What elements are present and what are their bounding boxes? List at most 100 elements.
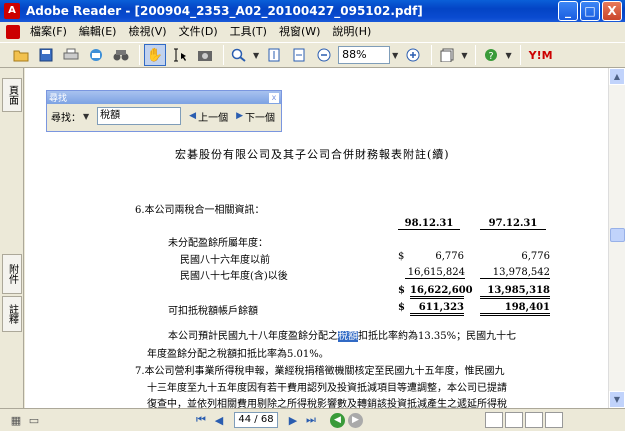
cell-value: 6,776 <box>435 251 464 262</box>
menu-tools[interactable]: 工具(T) <box>224 22 273 42</box>
open-icon[interactable] <box>10 44 32 66</box>
find-toolbar: 尋找 x 尋找： ▼ 稅額 ◀ 上一個 ▶ 下一個 <box>46 90 282 132</box>
tab-comments-label: 註釋 <box>6 304 18 324</box>
zoom-in-icon[interactable] <box>402 44 424 66</box>
paragraph-text: 扣抵比率約為13.35%；民國九十七 <box>358 331 517 342</box>
zoom-out-icon[interactable] <box>313 44 335 66</box>
menu-bar: 檔案(F) 編輯(E) 檢視(V) 文件(D) 工具(T) 視窗(W) 說明(H… <box>0 22 625 42</box>
pages-dropdown-icon[interactable]: ▼ <box>461 51 467 60</box>
single-page-view-icon[interactable] <box>485 412 503 428</box>
row-label: 可扣抵稅額帳戶餘額 <box>168 306 258 317</box>
paragraph-line: 年度盈餘分配之稅額扣抵比率為5.01%。 <box>147 349 329 360</box>
paragraph-text: 本公司預計民國九十八年度盈餘分配之 <box>168 331 338 342</box>
menu-document[interactable]: 文件(D) <box>173 22 224 42</box>
find-close-button[interactable]: x <box>269 92 279 103</box>
toolbar: ✋ ▼ 88% ▼ ▼ ? ▼ Y!M <box>0 42 625 68</box>
paragraph-line: 7.本公司營利事業所得稅申報，業經稅捐稽徵機關核定至民國九十五年度，惟民國九 <box>135 366 505 377</box>
row-label: 民國八十六年度以前 <box>180 255 270 266</box>
scroll-thumb[interactable] <box>610 228 625 242</box>
close-button[interactable]: X <box>602 1 622 21</box>
first-page-icon[interactable]: ⏮ <box>192 412 210 428</box>
adobe-reader-icon: A <box>4 3 20 19</box>
dimensions-icon[interactable]: ▦ <box>8 412 24 428</box>
menu-help[interactable]: 說明(H) <box>326 22 377 42</box>
zoom-dropdown-icon[interactable]: ▼ <box>392 51 398 60</box>
tab-pages-label: 頁面 <box>6 85 18 105</box>
find-previous-label: 上一個 <box>198 112 229 124</box>
title-bar: A Adobe Reader - [200904_2353_A02_201004… <box>0 0 625 22</box>
find-binoculars-icon[interactable] <box>110 44 132 66</box>
column-header-2008: 97.12.31 <box>480 218 546 230</box>
yahoo-messenger-icon[interactable]: Y!M <box>529 49 553 62</box>
find-previous-button[interactable]: ◀ 上一個 <box>189 109 228 124</box>
previous-page-icon[interactable]: ◀ <box>210 412 228 428</box>
find-label: 尋找： <box>51 112 81 124</box>
scroll-down-icon[interactable]: ▼ <box>609 391 625 408</box>
page-title: 宏碁股份有限公司及其子公司合併財務報表附註(續) <box>175 148 450 161</box>
previous-view-icon[interactable]: ◀ <box>330 412 345 428</box>
currency-symbol: $ <box>398 251 405 262</box>
chevron-down-icon[interactable]: ▼ <box>253 51 259 60</box>
section-6-heading: 6.本公司兩稅合一相關資訊： <box>135 205 265 216</box>
snapshot-icon[interactable] <box>194 44 216 66</box>
total-value: 13,985,318 <box>480 285 550 299</box>
zoom-in-tool-icon[interactable] <box>228 44 250 66</box>
next-page-icon[interactable]: ▶ <box>284 412 302 428</box>
save-icon[interactable] <box>35 44 57 66</box>
next-view-icon[interactable]: ▶ <box>348 412 363 428</box>
row-label: 民國八十七年度(含)以後 <box>180 271 288 282</box>
continuous-facing-view-icon[interactable] <box>545 412 563 428</box>
zoom-level-input[interactable]: 88% <box>338 46 391 64</box>
fit-width-icon[interactable] <box>288 44 310 66</box>
column-header-2009: 98.12.31 <box>398 218 460 230</box>
tab-attachments[interactable]: 附件 <box>2 254 22 294</box>
help-icon[interactable]: ? <box>480 44 502 66</box>
window-title: Adobe Reader - [200904_2353_A02_20100427… <box>26 4 423 18</box>
paragraph-line: 十三年度至九十五年度因有若干費用認列及投資抵減項目等遭調整，本公司已提請 <box>147 383 507 394</box>
find-input[interactable]: 稅額 <box>97 107 182 125</box>
tab-attachments-label: 附件 <box>6 264 18 284</box>
continuous-view-icon[interactable] <box>505 412 523 428</box>
find-next-label: 下一個 <box>245 112 275 124</box>
pages-icon[interactable] <box>436 44 458 66</box>
deduct-value: 611,323 <box>410 302 464 316</box>
cell-value: 16,615,824 <box>405 267 465 279</box>
menu-window[interactable]: 視窗(W) <box>273 22 326 42</box>
svg-text:?: ? <box>489 51 494 62</box>
help-dropdown-icon[interactable]: ▼ <box>505 51 511 60</box>
print-icon[interactable] <box>60 44 82 66</box>
total-value: 16,622,600 <box>410 285 473 299</box>
fit-page-icon[interactable] <box>263 44 285 66</box>
currency-symbol: $ <box>398 285 405 296</box>
find-toolbar-title: 尋找 <box>49 94 68 104</box>
cell-value: 6,776 <box>521 251 550 262</box>
restore-button[interactable]: □ <box>580 1 600 21</box>
tab-pages[interactable]: 頁面 <box>2 78 22 112</box>
select-tool-icon[interactable] <box>169 44 191 66</box>
find-next-button[interactable]: ▶ 下一個 <box>236 109 275 124</box>
tab-comments[interactable]: 註釋 <box>2 296 22 332</box>
menu-edit[interactable]: 編輯(E) <box>73 22 123 42</box>
email-icon[interactable] <box>85 44 107 66</box>
paragraph-line: 復查中，並依列相關費用剔除之所得稅影響數及轉銷該投資抵減產生之遞延所得稅 <box>147 399 507 408</box>
fullscreen-icon[interactable]: ▭ <box>26 412 42 428</box>
next-arrow-icon: ▶ <box>236 111 243 121</box>
last-page-icon[interactable]: ⏭ <box>302 412 320 428</box>
cell-value: 13,978,542 <box>480 267 550 279</box>
search-highlight: 稅額 <box>338 331 358 342</box>
paragraph-line: 本公司預計民國九十八年度盈餘分配之稅額扣抵比率約為13.35%；民國九十七 <box>168 327 516 342</box>
minimize-button[interactable]: _ <box>558 1 578 21</box>
menu-view[interactable]: 檢視(V) <box>122 22 172 42</box>
undistributed-label: 未分配盈餘所屬年度： <box>168 238 268 249</box>
navigation-panel: 頁面 附件 註釋 <box>0 68 24 408</box>
vertical-scrollbar[interactable]: ▲ ▼ <box>608 68 625 408</box>
menu-file[interactable]: 檔案(F) <box>24 22 73 42</box>
find-options-icon[interactable]: ▼ <box>83 112 89 121</box>
facing-view-icon[interactable] <box>525 412 543 428</box>
status-bar: ▦ ▭ ⏮ ◀ 44 / 68 ▶ ⏭ ◀ ▶ <box>0 408 625 431</box>
currency-symbol: $ <box>398 302 405 313</box>
scroll-up-icon[interactable]: ▲ <box>609 68 625 85</box>
hand-tool-icon[interactable]: ✋ <box>144 44 166 66</box>
page-number-input[interactable]: 44 / 68 <box>234 412 278 428</box>
previous-arrow-icon: ◀ <box>189 111 197 121</box>
